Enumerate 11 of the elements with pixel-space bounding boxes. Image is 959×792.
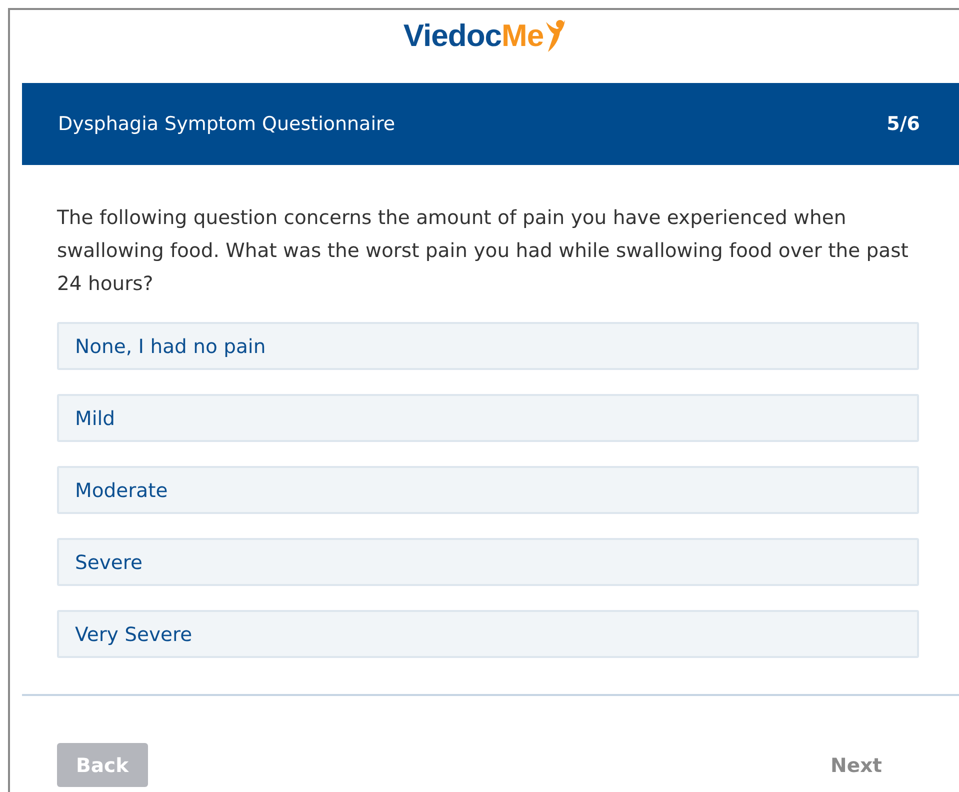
answer-option[interactable]: Mild	[57, 394, 919, 442]
answer-option[interactable]: Severe	[57, 538, 919, 586]
questionnaire-title: Dysphagia Symptom Questionnaire	[58, 113, 396, 135]
logo-text: Viedoc	[403, 18, 502, 54]
question-text: The following question concerns the amount of pain you have experienced when swallowing food. What was the worst pain you had while swallowing food over the past 24 hours?	[57, 205, 910, 297]
answer-option[interactable]: None, I had no pain	[57, 322, 919, 370]
progress-counter: 5/6	[886, 113, 920, 135]
figure-icon	[544, 18, 566, 54]
answer-option[interactable]: Moderate	[57, 466, 919, 514]
logo-text: Me	[502, 18, 544, 54]
answer-option[interactable]: Very Severe	[57, 610, 919, 658]
